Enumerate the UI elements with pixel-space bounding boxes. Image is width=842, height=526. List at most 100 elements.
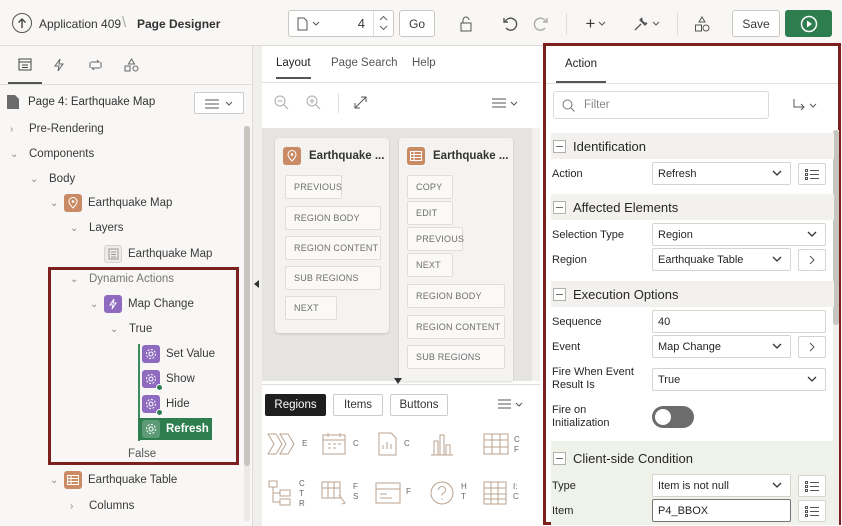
chevron-down-icon[interactable]: ⌄ — [50, 475, 58, 486]
chevron-down-icon[interactable]: ⌄ — [110, 324, 118, 335]
gallery-item-grid[interactable]: C F — [482, 431, 536, 461]
position-next[interactable]: NEXT — [285, 296, 337, 320]
tree-node-earthquake-map-region[interactable]: ⌄ Earthquake Map — [50, 192, 172, 214]
selection-type-select[interactable]: Region — [652, 223, 826, 246]
tree-menu-button[interactable] — [194, 92, 244, 114]
collapse-icon[interactable] — [553, 451, 566, 465]
position-next[interactable]: NEXT — [407, 253, 453, 277]
lock-icon[interactable] — [452, 10, 480, 37]
collapse-icon[interactable] — [553, 287, 566, 301]
layout-menu-button[interactable] — [492, 98, 518, 108]
position-sub-regions[interactable]: SUB REGIONS — [285, 266, 381, 290]
position-previous[interactable]: PREVIOUS — [407, 227, 464, 251]
condition-type-select[interactable]: Item is not null — [652, 474, 791, 497]
page-selector[interactable]: 4 — [288, 10, 394, 37]
zoom-in-icon[interactable] — [306, 95, 321, 110]
gallery-item-chart-doc[interactable]: C — [374, 431, 428, 461]
gallery-item-calendar[interactable]: C — [320, 431, 374, 461]
gallery-item-form[interactable]: F — [374, 479, 428, 513]
collapse-icon[interactable] — [553, 139, 566, 153]
section-execution-options[interactable]: Execution Options — [551, 281, 834, 307]
redo-icon[interactable] — [528, 10, 554, 37]
action-select[interactable]: Refresh — [652, 162, 791, 185]
position-region-content[interactable]: REGION CONTENT — [407, 315, 505, 339]
section-identification[interactable]: Identification — [551, 133, 834, 159]
tab-page-search[interactable]: Page Search — [331, 57, 398, 69]
tree-node-false[interactable]: False — [128, 443, 156, 465]
run-page-button[interactable] — [785, 10, 832, 37]
app-home-icon[interactable] — [12, 13, 32, 33]
zoom-out-icon[interactable] — [274, 95, 289, 110]
sequence-input[interactable]: 40 — [652, 310, 826, 333]
gallery-tab-regions[interactable]: Regions — [265, 394, 326, 416]
position-sub-regions[interactable]: SUB REGIONS — [407, 345, 505, 369]
shared-components-icon[interactable] — [124, 58, 139, 72]
position-edit[interactable]: EDIT — [407, 201, 453, 225]
tree-node-components[interactable]: ⌄ Components — [10, 143, 94, 165]
position-region-content[interactable]: REGION CONTENT — [285, 236, 381, 260]
undo-icon[interactable] — [497, 10, 523, 37]
fire-when-result-select[interactable]: True — [652, 368, 826, 391]
condition-item-input[interactable]: P4_BBOX — [652, 499, 791, 522]
region-card-table[interactable]: Earthquake ... COPY EDIT PREVIOUS NEXT R… — [399, 138, 513, 381]
go-to-region-button[interactable] — [798, 249, 826, 271]
list-of-values-button[interactable] — [798, 475, 826, 497]
chevron-down-icon[interactable]: ⌄ — [50, 198, 58, 209]
canvas-scrollbar[interactable] — [532, 128, 540, 381]
fire-on-initialization-toggle[interactable] — [652, 406, 694, 428]
chevron-right-icon[interactable]: › — [10, 124, 13, 135]
region-card-map[interactable]: Earthquake ... PREVIOUS REGION BODY REGI… — [275, 138, 389, 333]
event-select[interactable]: Map Change — [652, 335, 791, 358]
position-region-body[interactable]: REGION BODY — [285, 206, 381, 230]
create-menu-button[interactable]: + — [580, 10, 612, 37]
list-of-values-button[interactable] — [798, 163, 826, 185]
chevron-down-icon[interactable]: ⌄ — [70, 274, 78, 285]
utilities-menu-button[interactable] — [628, 10, 664, 37]
gallery-item-help[interactable]: H T — [428, 479, 482, 513]
gallery-item-chevrons[interactable]: E — [266, 431, 320, 461]
tab-help[interactable]: Help — [412, 57, 436, 69]
chevron-down-icon[interactable]: ⌄ — [90, 299, 98, 310]
tree-node-earthquake-table[interactable]: ⌄ Earthquake Table — [50, 469, 177, 491]
tree-node-set-value[interactable]: Set Value — [142, 343, 215, 365]
tree-scrollbar[interactable] — [244, 126, 250, 521]
chevron-down-icon[interactable]: ⌄ — [70, 223, 78, 234]
collapse-left-icon[interactable] — [254, 280, 260, 288]
tree-node-layers[interactable]: ⌄ Layers — [70, 217, 124, 239]
gallery-item-interactive-grid[interactable]: I: C — [482, 479, 536, 513]
page-stepper[interactable] — [373, 11, 393, 36]
list-of-values-button[interactable] — [798, 500, 826, 522]
tree-node-pre-rendering[interactable]: › Pre-Rendering — [10, 118, 104, 140]
page-number-input[interactable]: 4 — [358, 16, 365, 31]
region-select[interactable]: Earthquake Table — [652, 248, 791, 271]
collapse-icon[interactable] — [553, 200, 566, 214]
gallery-tab-buttons[interactable]: Buttons — [390, 394, 448, 416]
go-to-event-button[interactable] — [798, 336, 826, 358]
position-region-body[interactable]: REGION BODY — [407, 284, 505, 308]
tree-scroll-thumb[interactable] — [244, 126, 250, 466]
gallery-item-bar-chart[interactable] — [428, 431, 482, 461]
tree-node-show[interactable]: Show — [142, 368, 195, 391]
go-button[interactable]: Go — [399, 10, 435, 37]
position-previous[interactable]: PREVIOUS — [285, 175, 342, 199]
tree-node-hide[interactable]: Hide — [142, 393, 190, 416]
tab-action[interactable]: Action — [556, 46, 606, 83]
app-title-link[interactable]: Application 409 — [39, 17, 121, 31]
gallery-item-faceted-search[interactable]: F S — [320, 479, 374, 513]
position-copy[interactable]: COPY — [407, 175, 453, 199]
tree-node-body[interactable]: ⌄ Body — [30, 168, 75, 190]
tree-node-dynamic-actions[interactable]: ⌄ Dynamic Actions — [70, 268, 174, 290]
chevron-down-icon[interactable]: ⌄ — [10, 149, 18, 160]
tree-node-columns[interactable]: › Columns — [70, 495, 134, 517]
processing-icon[interactable] — [88, 58, 103, 72]
gallery-tab-items[interactable]: Items — [333, 394, 383, 416]
left-splitter[interactable] — [253, 46, 262, 526]
tab-rendering[interactable] — [8, 46, 42, 84]
gallery-item-tree[interactable]: C T R — [266, 479, 320, 513]
lightning-icon[interactable] — [52, 58, 66, 72]
chevron-down-icon[interactable]: ⌄ — [30, 174, 38, 185]
filter-input[interactable]: Filter — [553, 91, 769, 119]
tree-node-refresh[interactable]: Refresh — [138, 418, 212, 440]
section-affected-elements[interactable]: Affected Elements — [551, 194, 834, 220]
expand-icon[interactable] — [354, 96, 367, 109]
